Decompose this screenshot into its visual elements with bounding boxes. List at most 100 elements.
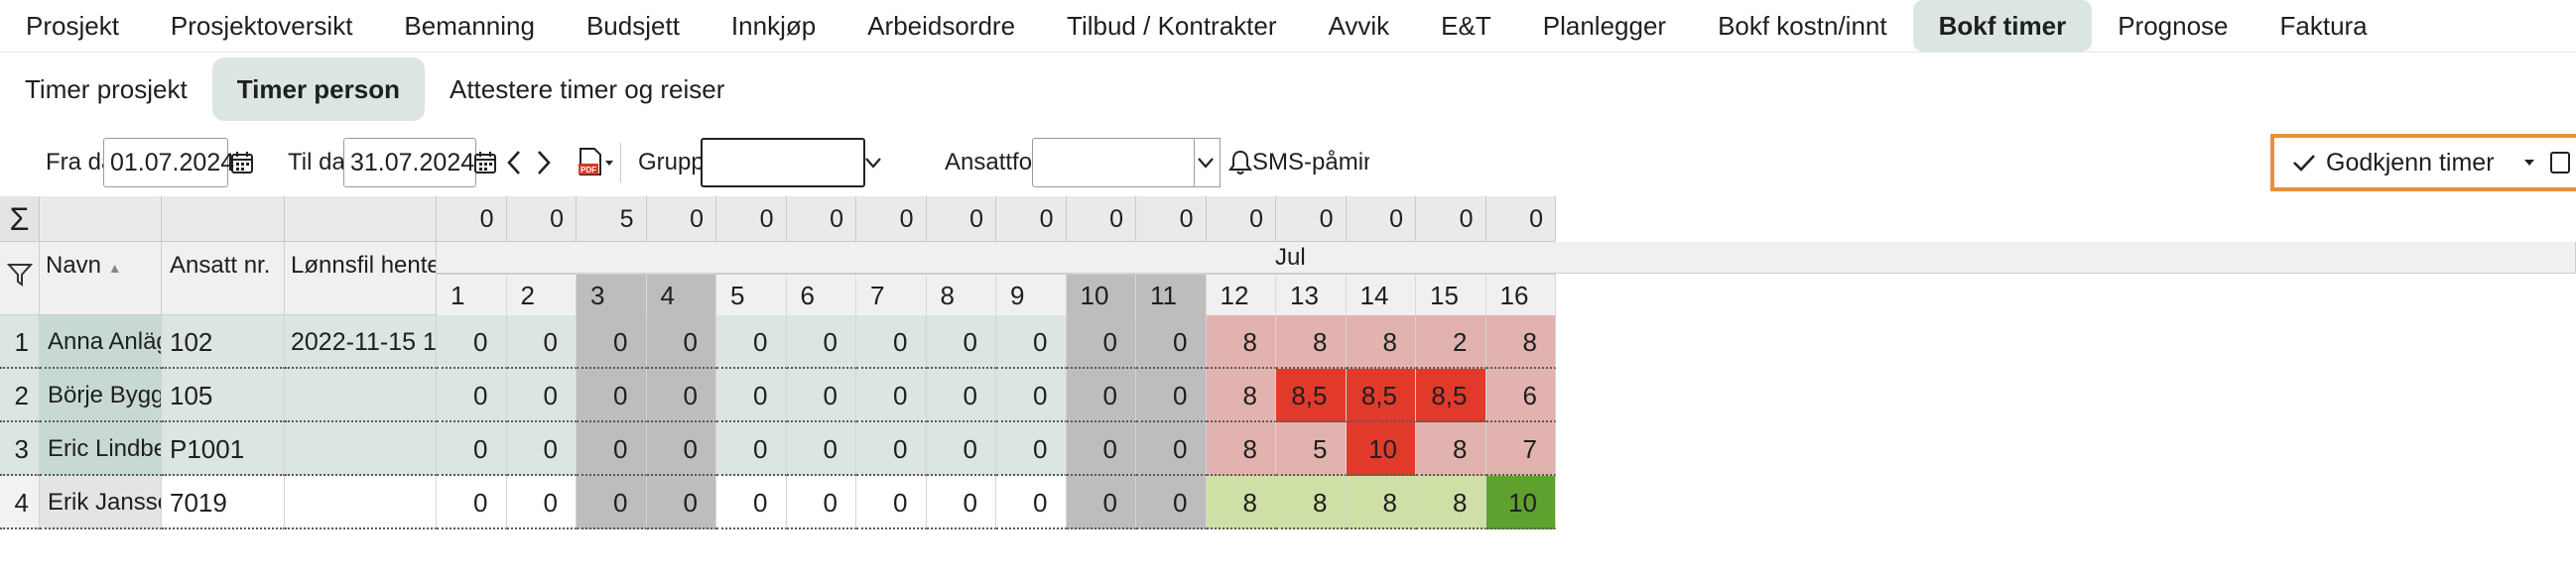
column-header-employee-no[interactable]: Ansatt nr. <box>162 242 285 315</box>
subnav-tab[interactable]: Timer prosjekt <box>0 58 212 121</box>
hours-cell[interactable]: 0 <box>1066 476 1136 529</box>
hours-cell[interactable]: 0 <box>1066 422 1136 476</box>
nav-tab[interactable]: Bokf timer <box>1912 0 2093 52</box>
pdf-export-icon[interactable]: PDF <box>574 143 619 182</box>
day-column-header[interactable]: 13 <box>1276 274 1347 315</box>
day-column-header[interactable]: 1 <box>437 274 507 315</box>
hours-cell[interactable]: 8 <box>1346 476 1416 529</box>
payroll-file-cell[interactable] <box>285 422 437 476</box>
payroll-file-cell[interactable] <box>285 369 437 422</box>
hours-cell[interactable]: 0 <box>856 422 927 476</box>
nav-tab[interactable]: Prognose <box>2092 0 2254 52</box>
from-date-input[interactable]: 01.07.2024 <box>103 138 234 187</box>
hours-cell[interactable]: 8 <box>1485 315 1556 369</box>
hours-cell[interactable]: 0 <box>996 476 1067 529</box>
hours-cell[interactable]: 0 <box>926 315 996 369</box>
day-column-header[interactable]: 11 <box>1136 274 1207 315</box>
hours-cell[interactable]: 0 <box>926 476 996 529</box>
hours-cell[interactable]: 8 <box>1416 476 1486 529</box>
hours-cell[interactable]: 8,5 <box>1346 369 1416 422</box>
next-period-icon[interactable] <box>524 143 564 182</box>
filter-cell[interactable] <box>0 242 40 315</box>
hours-cell[interactable]: 0 <box>786 315 856 369</box>
nav-tab[interactable]: Prosjekt <box>0 0 145 52</box>
hours-cell[interactable]: 0 <box>437 422 507 476</box>
nav-tab[interactable]: Tilbud / Kontrakter <box>1041 0 1302 52</box>
day-column-header[interactable]: 15 <box>1416 274 1486 315</box>
hours-cell[interactable]: 0 <box>1136 315 1207 369</box>
employee-number-cell[interactable]: 7019 <box>162 476 285 529</box>
hours-cell[interactable]: 0 <box>506 315 577 369</box>
hours-cell[interactable]: 0 <box>577 315 647 369</box>
hours-cell[interactable]: 8 <box>1206 422 1276 476</box>
hours-cell[interactable]: 0 <box>1136 476 1207 529</box>
hours-cell[interactable]: 0 <box>856 369 927 422</box>
hours-cell[interactable]: 8,5 <box>1416 369 1486 422</box>
hours-cell[interactable]: 0 <box>996 315 1067 369</box>
hours-cell[interactable]: 0 <box>1136 369 1207 422</box>
sms-reminder-button[interactable]: SMS-påminnelse <box>1252 149 1369 176</box>
hours-cell[interactable]: 8 <box>1206 315 1276 369</box>
hours-cell[interactable]: 0 <box>926 422 996 476</box>
filter-icon[interactable] <box>6 262 33 294</box>
hours-cell[interactable]: 0 <box>786 476 856 529</box>
hours-cell[interactable]: 0 <box>437 476 507 529</box>
hours-cell[interactable]: 0 <box>437 315 507 369</box>
subnav-tab[interactable]: Attestere timer og reiser <box>425 58 749 121</box>
hours-cell[interactable]: 0 <box>646 476 716 529</box>
hours-cell[interactable]: 7 <box>1485 422 1556 476</box>
employee-name-cell[interactable]: Anna Anlägga... <box>40 315 162 369</box>
hours-cell[interactable]: 0 <box>716 315 787 369</box>
hours-cell[interactable]: 0 <box>646 422 716 476</box>
hours-cell[interactable]: 0 <box>506 422 577 476</box>
hours-cell[interactable]: 0 <box>996 422 1067 476</box>
employee-name-cell[interactable]: Eric Lindberg <box>40 422 162 476</box>
nav-tab[interactable]: Bemanning <box>378 0 561 52</box>
nav-tab[interactable]: Budsjett <box>561 0 706 52</box>
hours-cell[interactable]: 0 <box>716 369 787 422</box>
hours-cell[interactable]: 0 <box>577 422 647 476</box>
hours-cell[interactable]: 8 <box>1346 315 1416 369</box>
column-header-payroll[interactable]: Lønnsfil hentet <box>285 242 437 315</box>
hours-cell[interactable]: 0 <box>1066 315 1136 369</box>
nav-tab[interactable]: Bokf kostn/innt <box>1692 0 1913 52</box>
day-column-header[interactable]: 6 <box>786 274 856 315</box>
payroll-file-cell[interactable]: 2022-11-15 17:3... <box>285 315 437 369</box>
subnav-tab[interactable]: Timer person <box>211 58 425 121</box>
nav-tab[interactable]: E&T <box>1415 0 1517 52</box>
day-column-header[interactable]: 8 <box>926 274 996 315</box>
hours-cell[interactable]: 8 <box>1416 422 1486 476</box>
payroll-file-cell[interactable] <box>285 476 437 529</box>
chevron-down-icon[interactable] <box>861 143 885 182</box>
chevron-down-icon[interactable] <box>1191 138 1221 187</box>
hours-cell[interactable]: 8 <box>1276 315 1347 369</box>
employee-name-cell[interactable]: Erik Jansson <box>40 476 162 529</box>
hours-cell[interactable]: 8 <box>1206 369 1276 422</box>
day-column-header[interactable]: 7 <box>856 274 927 315</box>
hours-cell[interactable]: 0 <box>646 315 716 369</box>
hours-cell[interactable]: 0 <box>716 422 787 476</box>
hours-cell[interactable]: 0 <box>716 476 787 529</box>
hours-cell[interactable]: 0 <box>786 369 856 422</box>
hours-cell[interactable]: 10 <box>1485 476 1556 529</box>
hours-cell[interactable]: 0 <box>506 369 577 422</box>
hours-cell[interactable]: 6 <box>1485 369 1556 422</box>
day-column-header[interactable]: 2 <box>506 274 577 315</box>
day-column-header[interactable]: 10 <box>1066 274 1136 315</box>
day-column-header[interactable]: 5 <box>716 274 787 315</box>
nav-tab[interactable]: Faktura <box>2254 0 2393 52</box>
employee-number-cell[interactable]: 105 <box>162 369 285 422</box>
hours-cell[interactable]: 8 <box>1276 476 1347 529</box>
day-column-header[interactable]: 3 <box>577 274 647 315</box>
day-column-header[interactable]: 4 <box>646 274 716 315</box>
hours-cell[interactable]: 10 <box>1346 422 1416 476</box>
group-select[interactable] <box>701 138 865 187</box>
hours-cell[interactable]: 8 <box>1206 476 1276 529</box>
nav-tab[interactable]: Prosjektoversikt <box>145 0 379 52</box>
hours-cell[interactable]: 0 <box>506 476 577 529</box>
nav-tab[interactable]: Avvik <box>1303 0 1416 52</box>
nav-tab[interactable]: Planlegger <box>1517 0 1692 52</box>
hours-cell[interactable]: 0 <box>786 422 856 476</box>
day-column-header[interactable]: 16 <box>1485 274 1556 315</box>
day-column-header[interactable]: 12 <box>1206 274 1276 315</box>
